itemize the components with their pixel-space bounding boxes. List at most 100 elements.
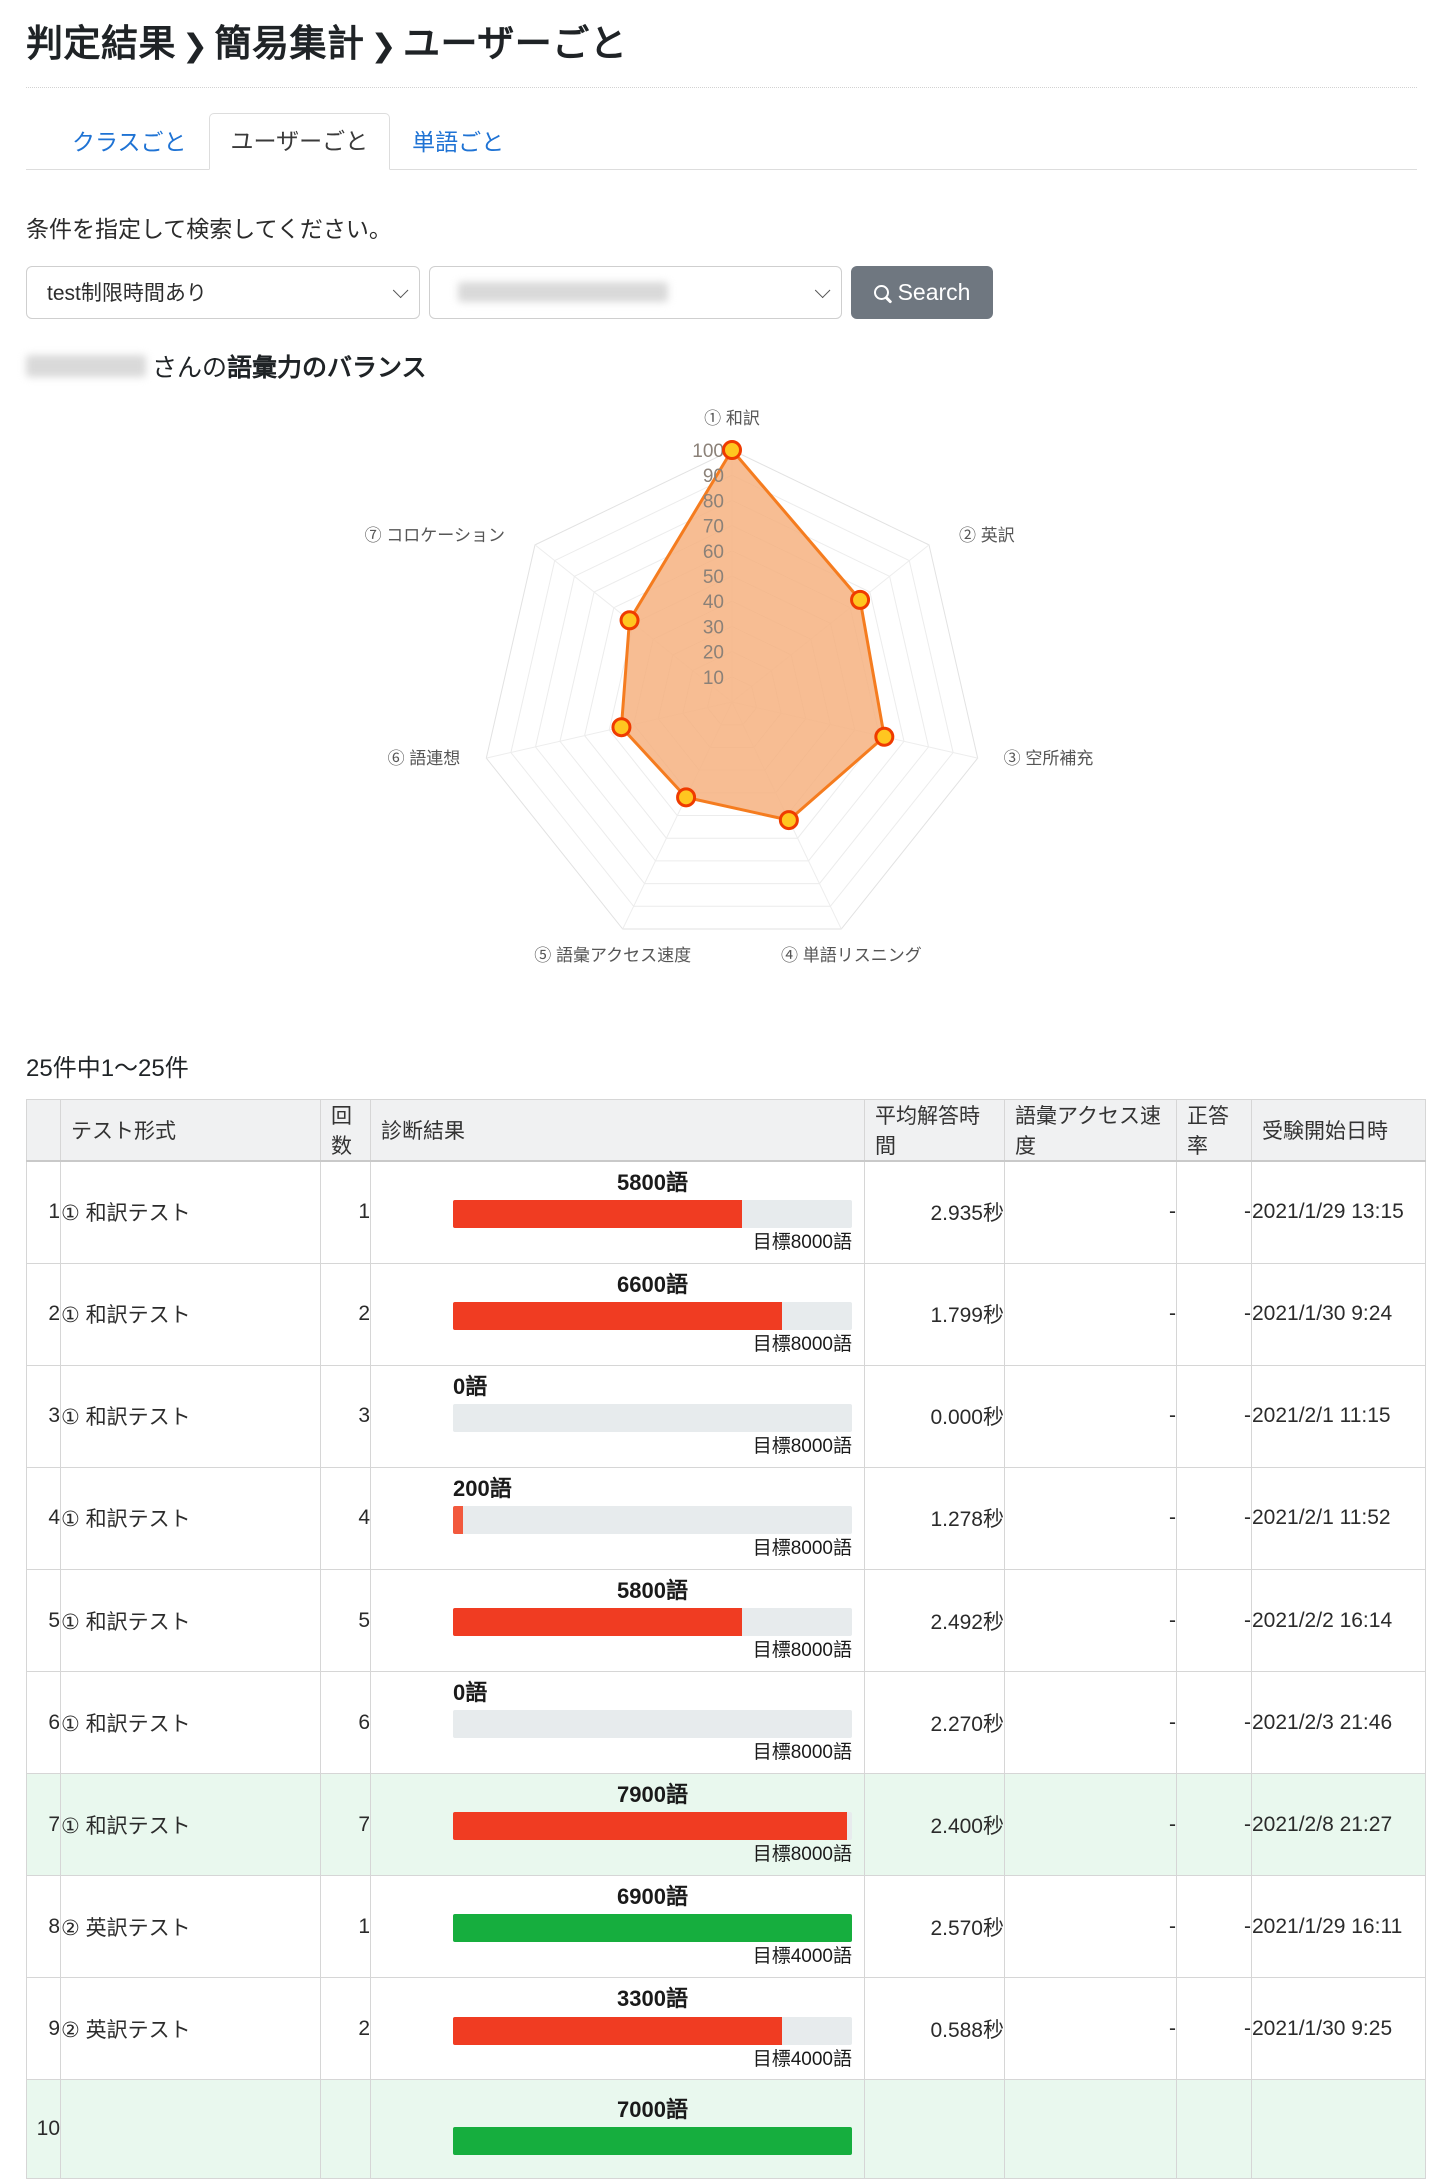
row-access-speed: - (1004, 1262, 1177, 1366)
breadcrumb-item-3: ユーザーごと (402, 23, 628, 64)
row-result-value: 5800語 (617, 1578, 688, 1603)
row-times: 1 (320, 1875, 371, 1979)
progress-bar-fill (453, 1812, 847, 1841)
row-result-cell: 7000語 (370, 2079, 865, 2179)
search-instruction: 条件を指定して検索してください。 (26, 215, 392, 242)
row-test-type: ① 和訳テスト (60, 1773, 321, 1877)
row-result-cell: 200語 目標8000語 (370, 1466, 865, 1571)
svg-text:③ 空所補充: ③ 空所補充 (1003, 749, 1093, 768)
chart-caption-title: 語彙力のバランス (227, 353, 427, 382)
radar-chart-svg: 10 20 30 40 50 60 70 80 90 100 ① 和訳 ② 英訳 ③ 空所補充 ④ 単語リ… (364, 409, 1093, 965)
row-access-speed: - (1004, 1671, 1177, 1775)
table-row[interactable]: 8② 英訳テスト 1 6900語 目標4000語 2.570秒 - -2021/1/29 1… (26, 1875, 1426, 1979)
svg-text:50: 50 (702, 567, 723, 588)
row-times: 4 (320, 1466, 371, 1571)
row-index: 5 (26, 1568, 61, 1673)
row-accuracy (1176, 2079, 1252, 2179)
svg-text:40: 40 (702, 592, 723, 613)
table-row[interactable]: 7① 和訳テスト 7 7900語 目標8000語 2.400秒 - -2021/2/8 21… (26, 1773, 1426, 1877)
row-result-value: 3300語 (617, 1986, 688, 2012)
row-times: 2 (320, 1977, 371, 2081)
row-goal-label: 目標8000語 (752, 1231, 852, 1253)
row-times: 5 (320, 1568, 371, 1673)
svg-text:② 英訳: ② 英訳 (959, 526, 1015, 545)
row-accuracy: - (1176, 1160, 1252, 1264)
row-accuracy: - (1176, 1875, 1252, 1979)
progress-bar (453, 1404, 852, 1433)
row-test-type (60, 2079, 321, 2179)
tab-by-word[interactable]: 単語ごと (390, 114, 526, 170)
tab-by-class[interactable]: クラスごと (50, 114, 209, 170)
row-avg-time: 2.935秒 (864, 1160, 1005, 1264)
row-start-date: 2021/2/8 21:27 (1251, 1773, 1426, 1877)
svg-text:⑥ 語連想: ⑥ 語連想 (387, 749, 460, 768)
row-test-type: ① 和訳テスト (60, 1160, 321, 1264)
progress-bar-fill (453, 2016, 783, 2045)
redacted-user-name (458, 282, 668, 303)
col-times: 回数 (320, 1098, 371, 1162)
row-accuracy: - (1176, 1364, 1252, 1468)
progress-bar-fill (453, 1506, 463, 1535)
row-access-speed: - (1004, 1773, 1177, 1877)
col-start-date: 受験開始日時 (1251, 1098, 1426, 1162)
row-times: 3 (320, 1364, 371, 1468)
table-row[interactable]: 9② 英訳テスト 2 3300語 目標4000語 0.588秒 - -2021/1/30 9… (26, 1977, 1426, 2081)
row-times: 2 (320, 1262, 371, 1366)
row-test-type: ② 英訳テスト (60, 1977, 321, 2081)
table-row[interactable]: 1① 和訳テスト 1 5800語 目標8000語 2.935秒 - -2021/1/29 1… (26, 1160, 1426, 1264)
result-count: 25件中1〜25件 (26, 1054, 189, 1082)
svg-text:⑦ コロケーション: ⑦ コロケーション (364, 526, 504, 545)
table-row[interactable]: 5① 和訳テスト 5 5800語 目標8000語 2.492秒 - -2021/2/2 16… (26, 1568, 1426, 1673)
chart-caption-suffix: さんの (152, 353, 228, 382)
row-index: 8 (26, 1875, 61, 1979)
table-row[interactable]: 2① 和訳テスト 2 6600語 目標8000語 1.799秒 - -2021/1/30 9… (26, 1262, 1426, 1366)
row-avg-time (864, 2079, 1005, 2179)
progress-bar (453, 1506, 852, 1535)
breadcrumb-separator-2: ❯ (370, 28, 397, 63)
row-access-speed: - (1004, 1364, 1177, 1468)
tab-by-user[interactable]: ユーザーごと (208, 113, 391, 170)
user-select[interactable] (429, 265, 842, 319)
row-accuracy: - (1176, 1568, 1252, 1673)
row-index: 4 (26, 1466, 61, 1571)
row-times: 7 (320, 1773, 371, 1877)
col-result: 診断結果 (370, 1098, 865, 1162)
results-table: テスト形式 回数 診断結果 平均解答時間 語彙アクセス速度 正答率 受験開始日時… (26, 1098, 1426, 2179)
test-select[interactable]: test制限時間あり (26, 265, 420, 319)
row-goal-label: 目標8000語 (752, 1742, 852, 1764)
row-goal-label: 目標8000語 (752, 1333, 852, 1355)
row-access-speed: - (1004, 1977, 1177, 2081)
row-accuracy: - (1176, 1977, 1252, 2081)
row-avg-time: 2.570秒 (864, 1875, 1005, 1979)
row-avg-time: 1.278秒 (864, 1466, 1005, 1571)
progress-bar (453, 1812, 852, 1841)
chevron-down-icon (392, 282, 409, 298)
col-access-speed: 語彙アクセス速度 (1004, 1098, 1177, 1162)
search-button[interactable]: Search (851, 265, 993, 319)
title-divider (26, 86, 1417, 88)
row-result-value: 6900語 (617, 1884, 688, 1910)
row-access-speed: - (1004, 1875, 1177, 1979)
row-index: 9 (26, 1977, 61, 2081)
svg-text:30: 30 (702, 617, 723, 638)
svg-text:60: 60 (702, 541, 723, 562)
table-row[interactable]: 4① 和訳テスト 4 200語 目標8000語 1.278秒 - -2021/2/1 11:… (26, 1466, 1426, 1571)
row-result-cell: 6600語 目標8000語 (370, 1262, 865, 1366)
progress-bar-fill (453, 2127, 852, 2156)
table-body: 1① 和訳テスト 1 5800語 目標8000語 2.935秒 - -2021/1/29 1… (26, 1160, 1426, 2179)
row-avg-time: 2.492秒 (864, 1568, 1005, 1673)
table-row[interactable]: 6① 和訳テスト 6 0語 目標8000語 2.270秒 - -2021/2/3 21:46 (26, 1671, 1426, 1775)
row-avg-time: 2.400秒 (864, 1773, 1005, 1877)
row-start-date: 2021/1/29 16:11 (1251, 1875, 1426, 1979)
progress-bar-fill (453, 1199, 743, 1228)
svg-text:90: 90 (702, 466, 723, 487)
radar-chart: 10 20 30 40 50 60 70 80 90 100 ① 和訳 ② 英訳 ③ 空所補充 ④ 単語リ… (26, 392, 1417, 1042)
row-result-cell: 7900語 目標8000語 (370, 1773, 865, 1877)
row-result-value: 0語 (453, 1373, 488, 1399)
row-accuracy: - (1176, 1466, 1252, 1571)
row-accuracy: - (1176, 1773, 1252, 1877)
row-goal-label: 目標4000語 (752, 2048, 852, 2070)
table-row[interactable]: 10 7000語 (26, 2079, 1426, 2179)
svg-text:10: 10 (702, 667, 723, 688)
table-row[interactable]: 3① 和訳テスト 3 0語 目標8000語 0.000秒 - -2021/2/1 11:15 (26, 1364, 1426, 1468)
